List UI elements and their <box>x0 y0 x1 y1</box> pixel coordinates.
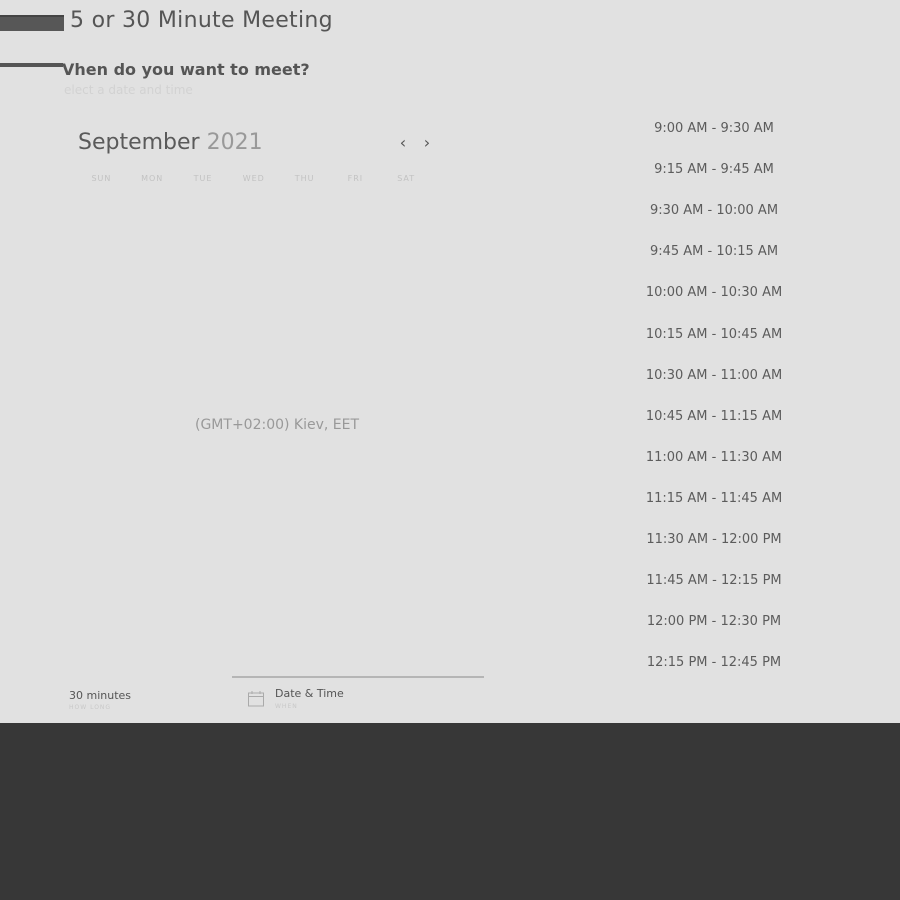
weekday-label: SAT <box>397 174 416 183</box>
when-value: Date & Time <box>275 687 344 700</box>
time-slot[interactable]: 10:00 AM - 10:30 AM <box>630 272 798 313</box>
calendar-year: 2021 <box>206 130 263 155</box>
time-slot[interactable]: 11:00 AM - 11:30 AM <box>630 437 798 478</box>
calendar-month-label: September 2021 <box>78 130 263 155</box>
time-slot[interactable]: 10:45 AM - 11:15 AM <box>630 396 798 437</box>
next-month-button[interactable]: › <box>418 134 436 152</box>
footer-active-indicator <box>232 676 484 678</box>
time-slot[interactable]: 9:30 AM - 10:00 AM <box>630 190 798 231</box>
scheduling-panel: 5 or 30 Minute Meeting Vhen do you want … <box>0 0 900 723</box>
weekday-label: SUN <box>91 174 112 183</box>
time-slot[interactable]: 12:00 PM - 12:30 PM <box>630 601 798 642</box>
time-slot[interactable]: 12:15 PM - 12:45 PM <box>630 642 798 683</box>
weekday-label: MON <box>141 174 164 183</box>
timezone-selector[interactable]: (GMT+02:00) Kiev, EET <box>195 417 359 433</box>
time-slot[interactable]: 11:45 AM - 12:15 PM <box>630 560 798 601</box>
time-slot[interactable]: 11:30 AM - 12:00 PM <box>630 519 798 560</box>
time-slot[interactable]: 10:30 AM - 11:00 AM <box>630 355 798 396</box>
section-heading: Vhen do you want to meet? <box>62 60 310 79</box>
time-slot[interactable]: 11:15 AM - 11:45 AM <box>630 478 798 519</box>
weekday-label: FRI <box>347 174 364 183</box>
chevron-left-icon: ‹ <box>399 133 407 152</box>
duration-caption: HOW LONG <box>69 704 112 711</box>
weekday-header: SUN MON TUE WED THU FRI SAT <box>76 174 432 183</box>
title-accent-bar <box>0 15 64 31</box>
chevron-right-icon: › <box>423 133 431 152</box>
time-slot[interactable]: 9:45 AM - 10:15 AM <box>630 231 798 272</box>
page-title: 5 or 30 Minute Meeting <box>70 8 333 33</box>
section-subtitle: elect a date and time <box>64 83 193 97</box>
time-slot[interactable]: 10:15 AM - 10:45 AM <box>630 313 798 354</box>
weekday-label: THU <box>294 174 315 183</box>
time-slot[interactable]: 9:15 AM - 9:45 AM <box>630 149 798 190</box>
duration-value: 30 minutes <box>69 689 132 702</box>
time-slot-list: 9:00 AM - 9:30 AM 9:15 AM - 9:45 AM 9:30… <box>630 108 798 683</box>
time-slot[interactable]: 9:00 AM - 9:30 AM <box>630 108 798 149</box>
when-caption: WHEN <box>275 703 298 710</box>
calendar-month: September <box>78 130 200 155</box>
previous-month-button[interactable]: ‹ <box>394 134 412 152</box>
weekday-label: TUE <box>193 174 213 183</box>
calendar-icon <box>248 691 264 707</box>
weekday-label: WED <box>242 174 265 183</box>
step-indicator-bar <box>0 63 63 67</box>
